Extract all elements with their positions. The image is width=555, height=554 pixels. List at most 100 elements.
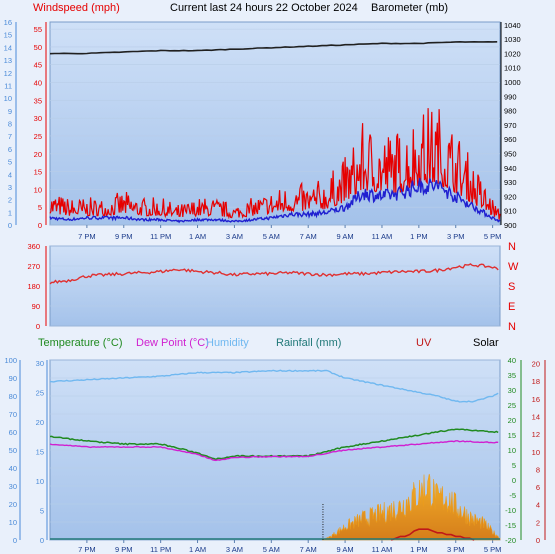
barometer-tick-label: 1030 [504, 35, 521, 44]
temperature-tick-label: 0 [512, 476, 516, 485]
humidity-tick-label: 20 [9, 500, 17, 509]
wind-x-tick-label: 5 AM [263, 232, 280, 241]
windspeed-tick-label: 5 [38, 203, 42, 212]
temp-x-tick-label: 9 AM [337, 545, 354, 554]
direction-tick-label: 90 [32, 302, 40, 311]
barometer-axis-title: Barometer (mb) [371, 2, 448, 14]
solar-scale-tick-label: 25 [36, 388, 44, 397]
beaufort-tick-label: 1 [8, 208, 12, 217]
direction-tick-label: 0 [36, 322, 40, 331]
solar-legend: Solar [473, 337, 499, 349]
humidity-tick-label: 100 [4, 356, 17, 365]
barometer-tick-label: 950 [504, 150, 517, 159]
wind-x-tick-label: 5 PM [484, 232, 502, 241]
wind-x-tick-label: 1 AM [189, 232, 206, 241]
humidity-tick-label: 90 [9, 374, 17, 383]
barometer-tick-label: 990 [504, 92, 517, 101]
temperature-tick-label: -20 [505, 536, 516, 545]
barometer-tick-label: 910 [504, 207, 517, 216]
humidity-tick-label: 10 [9, 518, 17, 527]
barometer-tick-label: 900 [504, 221, 517, 230]
temperature-legend: Temperature (°C) [38, 337, 122, 349]
beaufort-tick-label: 15 [4, 31, 12, 40]
uv-tick-label: 0 [536, 536, 540, 545]
wind-x-tick-label: 7 AM [300, 232, 317, 241]
uv-legend: UV [416, 337, 432, 349]
direction-tick-label: 270 [27, 262, 40, 271]
temp-x-tick-label: 3 PM [447, 545, 465, 554]
humidity-tick-label: 40 [9, 464, 17, 473]
temp-x-tick-label: 5 AM [263, 545, 280, 554]
beaufort-tick-label: 4 [8, 170, 12, 179]
barometer-tick-label: 980 [504, 107, 517, 116]
solar-scale-tick-label: 5 [40, 506, 44, 515]
windspeed-tick-label: 50 [34, 43, 42, 52]
compass-tick-label: N [508, 241, 516, 253]
weather-chart-svg: Windspeed (mph) Current last 24 hours 22… [4, 2, 546, 554]
windspeed-tick-label: 0 [38, 221, 42, 230]
uv-tick-label: 20 [532, 360, 540, 369]
compass-tick-label: S [508, 281, 515, 293]
temperature-tick-label: -5 [509, 491, 516, 500]
beaufort-tick-label: 10 [4, 94, 12, 103]
uv-tick-label: 2 [536, 518, 540, 527]
uv-tick-label: 14 [532, 412, 540, 421]
temp-x-tick-label: 5 PM [484, 545, 502, 554]
compass-tick-label: N [508, 321, 516, 333]
solar-scale-tick-label: 20 [36, 418, 44, 427]
beaufort-tick-label: 6 [8, 145, 12, 154]
beaufort-tick-label: 13 [4, 56, 12, 65]
temp-x-tick-label: 11 PM [150, 545, 171, 554]
uv-tick-label: 10 [532, 448, 540, 457]
temperature-tick-label: 5 [512, 461, 516, 470]
chart-title: Current last 24 hours 22 October 2024 [170, 2, 358, 14]
wind-x-tick-label: 11 AM [372, 232, 393, 241]
temperature-tick-label: 15 [508, 431, 516, 440]
uv-tick-label: 6 [536, 483, 540, 492]
windspeed-tick-label: 35 [34, 96, 42, 105]
wind-x-tick-label: 11 PM [150, 232, 171, 241]
barometer-tick-label: 940 [504, 164, 517, 173]
temperature-tick-label: 35 [508, 371, 516, 380]
temp-x-tick-label: 7 PM [78, 545, 96, 554]
humidity-tick-label: 60 [9, 428, 17, 437]
temp-x-tick-label: 3 AM [226, 545, 243, 554]
beaufort-tick-label: 5 [8, 158, 12, 167]
solar-scale-tick-label: 15 [36, 447, 44, 456]
windspeed-tick-label: 30 [34, 114, 42, 123]
beaufort-tick-label: 0 [8, 221, 12, 230]
barometer-tick-label: 1010 [504, 64, 521, 73]
wind-x-tick-label: 9 PM [115, 232, 133, 241]
barometer-tick-label: 930 [504, 178, 517, 187]
windspeed-axis-title: Windspeed (mph) [33, 2, 120, 14]
windspeed-tick-label: 40 [34, 79, 42, 88]
beaufort-tick-label: 7 [8, 132, 12, 141]
solar-scale-tick-label: 10 [36, 477, 44, 486]
compass-tick-label: E [508, 301, 515, 313]
beaufort-tick-label: 12 [4, 69, 12, 78]
uv-tick-label: 18 [532, 377, 540, 386]
compass-tick-label: W [508, 261, 519, 273]
humidity-tick-label: 80 [9, 392, 17, 401]
wind-x-tick-label: 9 AM [337, 232, 354, 241]
temperature-tick-label: -10 [505, 506, 516, 515]
windspeed-tick-label: 20 [34, 150, 42, 159]
temperature-tick-label: 40 [508, 356, 516, 365]
temperature-tick-label: 20 [508, 416, 516, 425]
barometer-tick-label: 1040 [504, 21, 521, 30]
temp-x-tick-label: 1 AM [189, 545, 206, 554]
beaufort-tick-label: 2 [8, 196, 12, 205]
humidity-tick-label: 50 [9, 446, 17, 455]
humidity-tick-label: 70 [9, 410, 17, 419]
beaufort-tick-label: 16 [4, 18, 12, 27]
beaufort-tick-label: 3 [8, 183, 12, 192]
direction-tick-label: 180 [27, 282, 40, 291]
windspeed-tick-label: 10 [34, 185, 42, 194]
wind-x-tick-label: 3 AM [226, 232, 243, 241]
humidity-tick-label: 0 [13, 536, 17, 545]
solar-scale-tick-label: 30 [36, 359, 44, 368]
temp-x-tick-label: 7 AM [300, 545, 317, 554]
rainfall-legend: Rainfall (mm) [276, 337, 341, 349]
barometer-tick-label: 1000 [504, 78, 521, 87]
humidity-tick-label: 30 [9, 482, 17, 491]
